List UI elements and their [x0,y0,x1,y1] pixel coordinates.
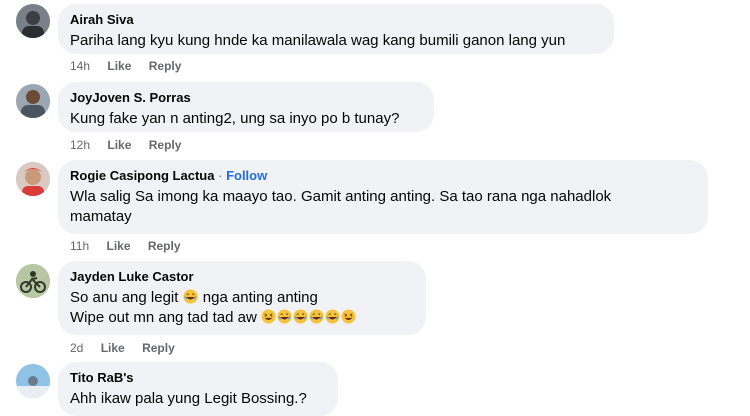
like-button[interactable]: Like [107,138,131,152]
timestamp[interactable]: 14h [70,59,90,73]
comment-text: Pariha lang kyu kung hnde ka manilawala … [70,32,566,49]
timestamp[interactable]: 11h [70,239,89,253]
avatar[interactable] [16,364,50,398]
timestamp[interactable]: 12h [70,138,90,152]
avatar[interactable] [16,84,50,118]
like-button[interactable]: Like [101,341,125,355]
author-name[interactable]: JoyJoven S. Porras [70,90,422,106]
avatar[interactable] [16,162,50,196]
author-name[interactable]: Tito RaB's [70,370,326,386]
reply-button[interactable]: Reply [148,239,181,253]
avatar[interactable] [16,4,50,38]
comment-text: Wla salig Sa imong ka maayo tao. Gamit a… [70,187,696,227]
laughing-emoji-icon [325,309,340,324]
comment-text: Kung fake yan n anting2, ung sa inyo po … [70,110,400,127]
author-name[interactable]: Rogie Casipong Lactua [70,168,214,183]
comment-text-part: So anu ang legit [70,289,179,306]
comment-bubble: Airah Siva Pariha lang kyu kung hnde ka … [58,4,614,54]
like-button[interactable]: Like [107,59,131,73]
comment-bubble: Rogie Casipong Lactua · Follow Wla salig… [58,160,708,234]
comment-actions: 2d Like Reply [70,341,189,355]
comment-text-part: nga anting anting [202,289,318,306]
follow-button[interactable]: Follow [226,168,267,183]
comment-text: So anu ang legit nga anting anting Wipe … [70,288,414,328]
comment-bubble: Tito RaB's Ahh ikaw pala yung Legit Boss… [58,362,338,416]
comment-text-line: Wla salig Sa imong ka maayo tao. Gamit a… [70,188,612,205]
reply-button[interactable]: Reply [149,59,182,73]
comment-text-line: So anu ang legit nga anting anting [70,288,414,308]
comment-text: Ahh ikaw pala yung Legit Bossing.? [70,390,307,407]
comment-bubble: Jayden Luke Castor So anu ang legit nga … [58,261,426,335]
timestamp[interactable]: 2d [70,341,83,355]
author-name[interactable]: Airah Siva [70,12,602,28]
avatar[interactable] [16,264,50,298]
reply-button[interactable]: Reply [149,138,182,152]
author-name-row: Rogie Casipong Lactua · Follow [70,168,696,184]
comment-bubble: JoyJoven S. Porras Kung fake yan n antin… [58,82,434,132]
grinning-squinting-emoji-icon [341,309,356,324]
laughing-emoji-icon [309,309,324,324]
comment-actions: 14h Like Reply [70,59,195,73]
grinning-squinting-emoji-icon [261,309,276,324]
comment-text-part: Wipe out mn ang tad tad aw [70,309,257,326]
author-name[interactable]: Jayden Luke Castor [70,269,414,285]
comment-actions: 12h Like Reply [70,138,195,152]
laughing-emoji-icon [277,309,292,324]
comment-text-line: mamatay [70,208,132,225]
laughing-emoji-icon [183,289,198,304]
reply-button[interactable]: Reply [142,341,175,355]
like-button[interactable]: Like [106,239,130,253]
comment-actions: 11h Like Reply [70,239,195,253]
separator: · [218,168,223,183]
comment-text-line: Wipe out mn ang tad tad aw [70,308,414,328]
laughing-emoji-icon [293,309,308,324]
